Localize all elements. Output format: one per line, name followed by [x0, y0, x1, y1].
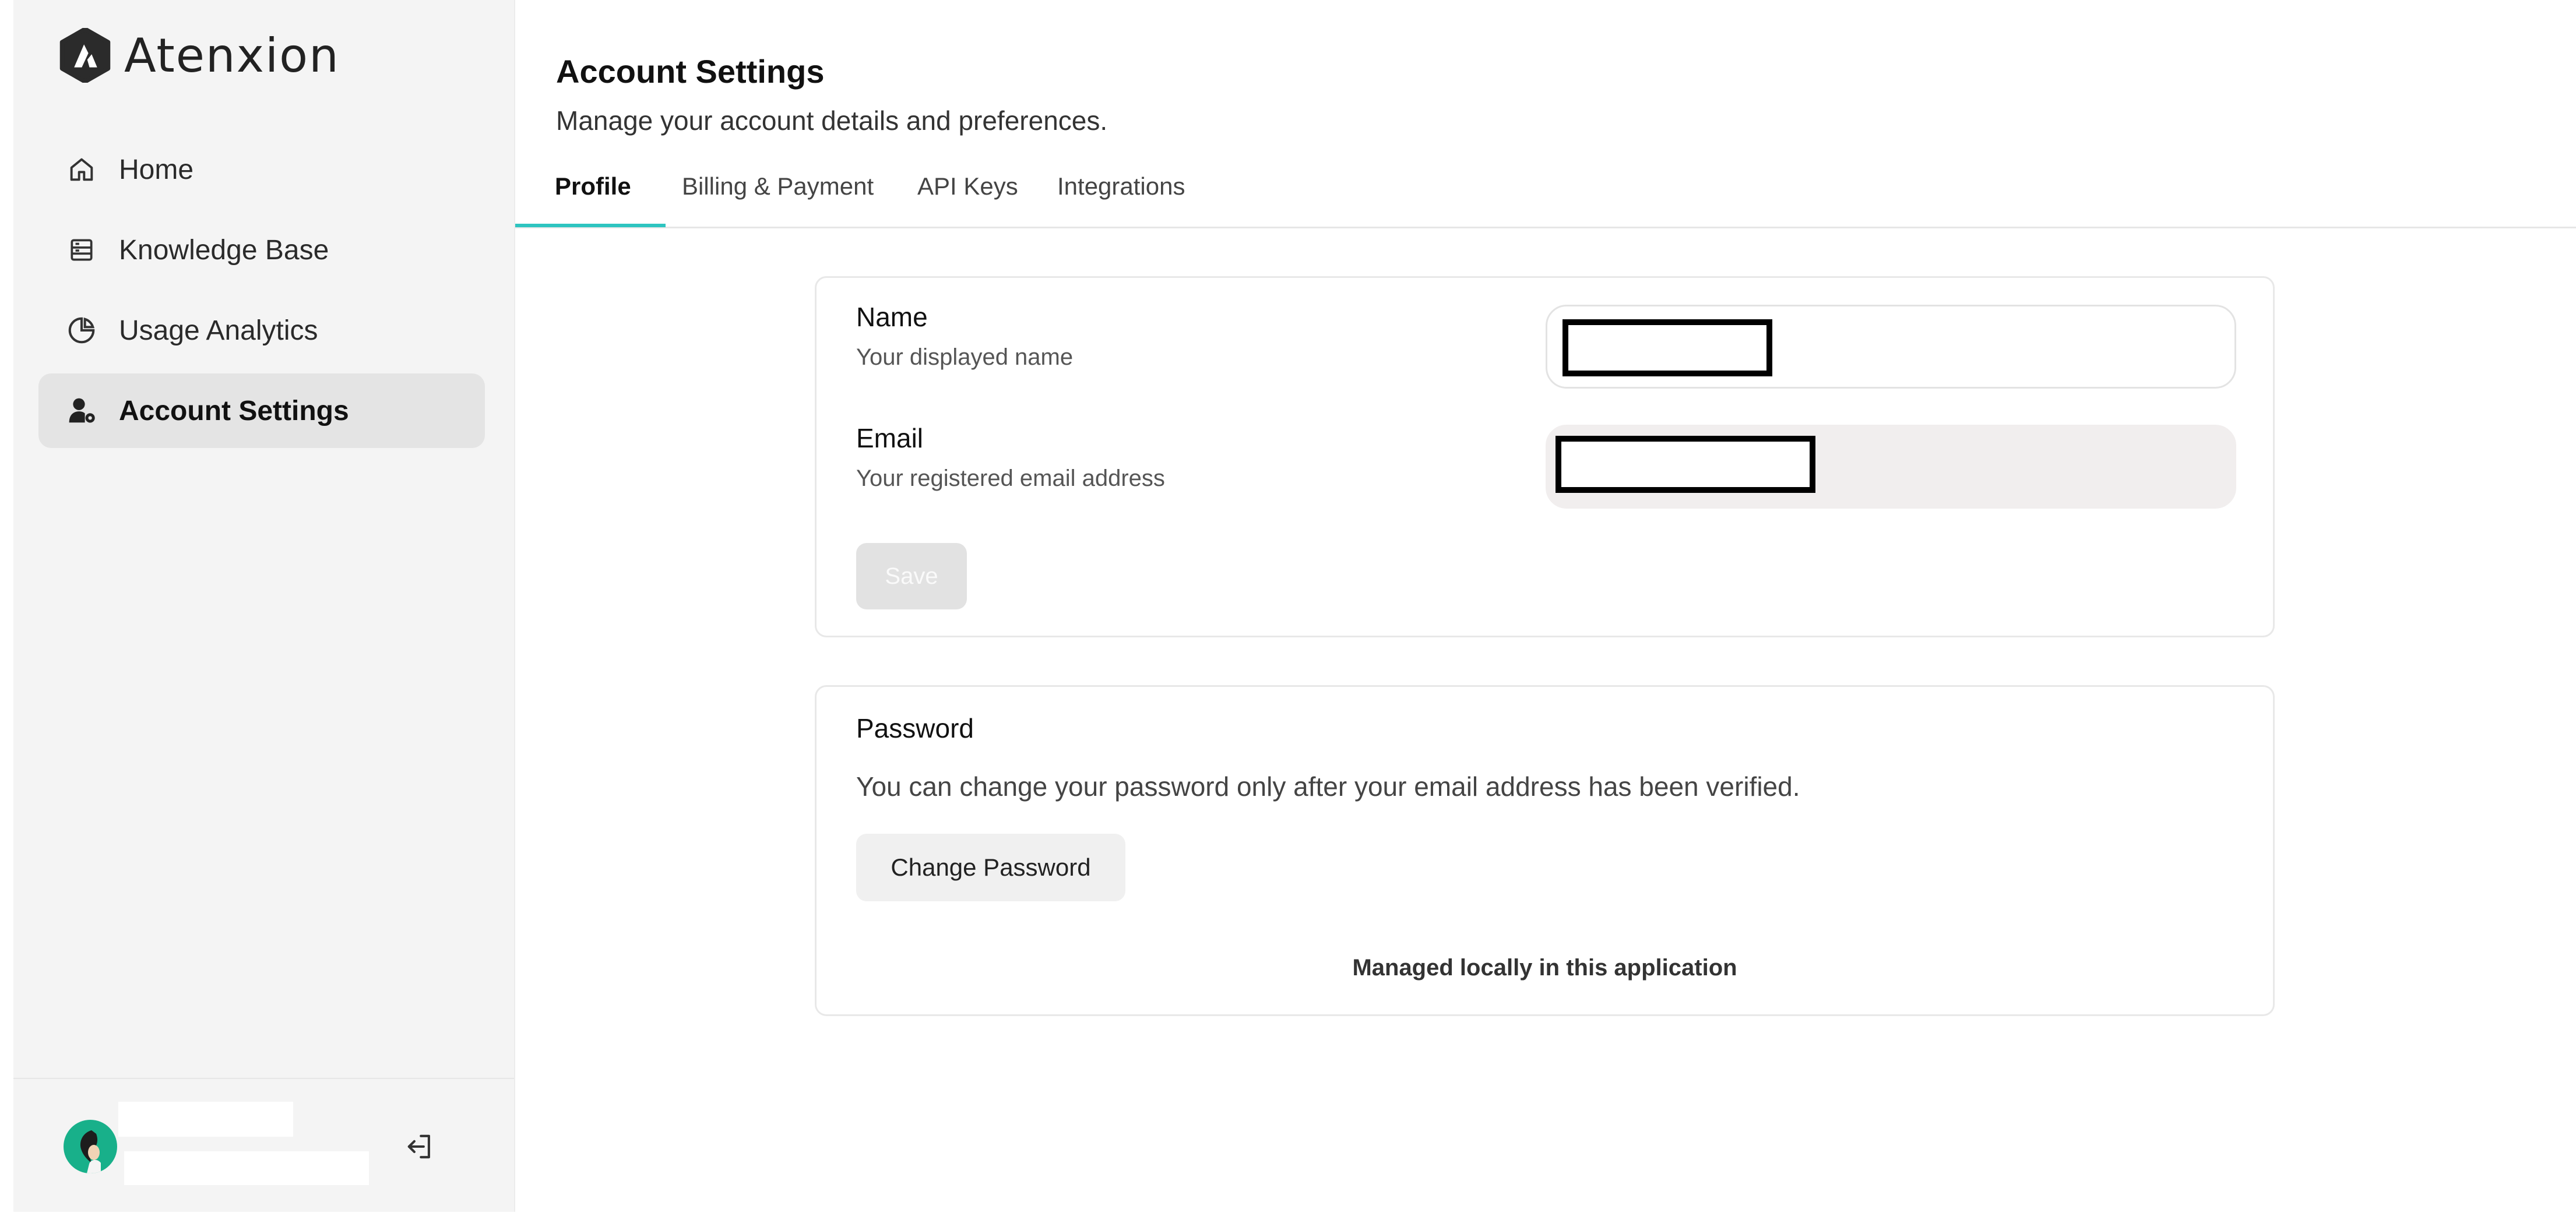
name-input[interactable] — [1546, 305, 2236, 389]
save-button[interactable]: Save — [856, 543, 967, 609]
name-label: Name — [856, 302, 928, 332]
logout-icon — [407, 1134, 430, 1159]
sidebar-item-label: Usage Analytics — [119, 315, 318, 346]
email-field[interactable] — [1546, 425, 2236, 509]
user-name-redacted — [118, 1102, 293, 1137]
knowledge-base-icon — [65, 234, 98, 266]
password-card: Password You can change your password on… — [815, 685, 2275, 1016]
brand-logo[interactable]: Atenxion — [58, 28, 340, 83]
sidebar-item-usage-analytics[interactable]: Usage Analytics — [38, 293, 485, 368]
page-title: Account Settings — [556, 53, 825, 90]
logout-button[interactable] — [400, 1130, 439, 1163]
email-label: Email — [856, 423, 924, 453]
home-icon — [65, 153, 98, 186]
sidebar-item-knowledge-base[interactable]: Knowledge Base — [38, 213, 485, 287]
sidebar-item-label: Home — [119, 154, 194, 185]
sidebar-item-account-settings[interactable]: Account Settings — [38, 373, 485, 448]
password-title: Password — [856, 713, 974, 743]
main-content: Account Settings Manage your account det… — [515, 0, 2576, 1212]
tab-integrations[interactable]: Integrations — [1057, 172, 1185, 228]
atenxion-logo-icon — [59, 28, 111, 83]
tab-billing-payment[interactable]: Billing & Payment — [682, 172, 874, 228]
settings-tabs: Profile Billing & Payment API Keys Integ… — [515, 163, 2576, 228]
change-password-button[interactable]: Change Password — [856, 834, 1125, 901]
sidebar-item-label: Account Settings — [119, 395, 349, 426]
redacted-value — [1563, 319, 1772, 376]
tab-profile[interactable]: Profile — [555, 172, 631, 228]
sidebar-item-home[interactable]: Home — [38, 132, 485, 207]
page-subtitle: Manage your account details and preferen… — [556, 105, 1108, 136]
account-settings-icon — [65, 394, 98, 427]
sidebar: Atenxion Home Knowledge Base Usage Analy… — [13, 0, 515, 1212]
avatar[interactable] — [64, 1120, 117, 1173]
user-profile-footer — [13, 1078, 514, 1213]
redacted-value — [1556, 436, 1815, 493]
password-info-text: You can change your password only after … — [856, 771, 1800, 802]
user-email-redacted — [124, 1151, 369, 1185]
sidebar-item-label: Knowledge Base — [119, 234, 329, 266]
email-help-text: Your registered email address — [856, 466, 1165, 491]
pie-chart-icon — [65, 314, 98, 347]
tab-api-keys[interactable]: API Keys — [917, 172, 1018, 228]
app-name: Atenxion — [124, 28, 340, 83]
window-edge — [0, 0, 13, 1212]
name-help-text: Your displayed name — [856, 344, 1074, 370]
active-tab-indicator — [515, 224, 666, 227]
managed-locally-note: Managed locally in this application — [1352, 955, 1737, 981]
profile-card: Name Your displayed name Email Your regi… — [815, 276, 2275, 637]
